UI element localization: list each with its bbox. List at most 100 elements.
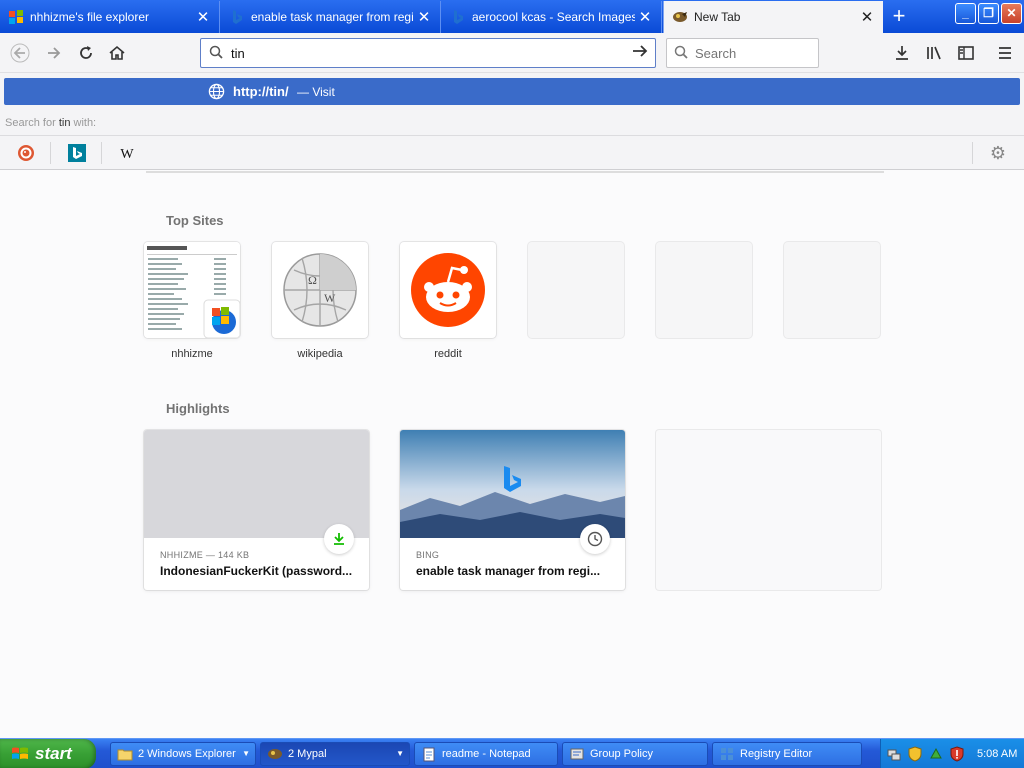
tab-task-manager[interactable]: enable task manager from registr ✕	[221, 1, 441, 33]
minimize-button[interactable]: _	[955, 3, 976, 24]
new-tab-page: Top Sites nhhizme Ω W wikipedia reddit H…	[0, 170, 1024, 738]
duckduckgo-engine-button[interactable]	[15, 142, 37, 164]
card-thumbnail	[400, 430, 625, 538]
bing-icon	[68, 144, 86, 162]
reload-icon	[80, 46, 92, 59]
taskbar-notepad[interactable]: readme - Notepad	[414, 742, 558, 766]
card-context: NHHIZME — 144 KB	[160, 550, 250, 560]
menu-button[interactable]	[991, 39, 1019, 67]
search-for-term: tin	[58, 117, 71, 129]
card-context: BING	[416, 550, 440, 560]
sidebar-icon	[958, 46, 974, 60]
task-label: Group Policy	[590, 748, 653, 760]
directory-listing-thumbnail	[144, 242, 240, 338]
duckduckgo-icon	[18, 145, 34, 161]
search-input[interactable]	[695, 45, 805, 61]
downloads-button[interactable]	[888, 39, 916, 67]
globe-icon	[208, 83, 225, 100]
search-for-prefix: Search for	[5, 117, 56, 129]
group-arrow-icon: ▼	[242, 749, 250, 758]
network-icon[interactable]	[886, 746, 902, 762]
card-title: IndonesianFuckerKit (password...	[160, 564, 353, 578]
search-settings-gear-icon[interactable]: ⚙	[988, 143, 1008, 163]
tab-new-tab[interactable]: New Tab ✕	[663, 1, 883, 33]
taskbar-group-policy[interactable]: Group Policy	[562, 742, 708, 766]
highlight-card-bing[interactable]: BING enable task manager from regi...	[400, 430, 625, 590]
forward-button[interactable]	[40, 39, 68, 67]
clock-badge	[580, 524, 610, 554]
security-shield-icon[interactable]	[907, 746, 923, 762]
top-site-empty-slot[interactable]	[784, 242, 880, 348]
wikipedia-engine-button[interactable]: W	[116, 142, 138, 164]
search-engine-bar: W ⚙	[0, 135, 1024, 170]
taskbar-windows-explorer[interactable]: 2 Windows Explorer ▼	[110, 742, 256, 766]
tab-file-explorer[interactable]: nhhizme's file explorer ✕	[0, 1, 220, 33]
taskbar-mypal[interactable]: 2 Mypal ▼	[260, 742, 410, 766]
back-button[interactable]	[6, 39, 34, 67]
download-badge	[324, 524, 354, 554]
url-bar[interactable]: tin	[200, 38, 656, 68]
mypal-icon	[268, 749, 282, 759]
close-tab-icon[interactable]: ✕	[193, 8, 213, 26]
top-site-nhhizme[interactable]: nhhizme	[144, 242, 240, 360]
reload-button[interactable]	[72, 39, 100, 67]
windows-taskbar: start 2 Windows Explorer ▼ 2 Mypal ▼ rea…	[0, 738, 1024, 768]
notepad-icon	[423, 747, 435, 762]
suggestion-action: — Visit	[297, 85, 335, 99]
top-site-thumbnail	[144, 242, 240, 338]
start-button[interactable]: start	[0, 739, 96, 768]
search-for-label: Search for tin with:	[5, 117, 96, 129]
mypal-icon	[673, 12, 687, 22]
alert-shield-icon[interactable]	[949, 746, 965, 762]
registry-editor-icon	[721, 748, 733, 760]
task-label: readme - Notepad	[442, 748, 531, 760]
top-site-label: wikipedia	[297, 348, 343, 360]
go-arrow-icon[interactable]	[625, 42, 655, 65]
task-label: 2 Mypal	[288, 748, 327, 760]
system-clock: 5:08 AM	[977, 748, 1018, 760]
home-icon	[109, 45, 125, 60]
home-button[interactable]	[103, 39, 131, 67]
highlight-card-download[interactable]: NHHIZME — 144 KB IndonesianFuckerKit (pa…	[144, 430, 369, 590]
close-tab-icon[interactable]: ✕	[857, 8, 877, 26]
suggestion-url: http://tin/	[233, 84, 289, 99]
close-window-button[interactable]: ✕	[1001, 3, 1022, 24]
bing-icon	[233, 10, 242, 24]
top-site-empty-slot[interactable]	[656, 242, 752, 348]
start-label: start	[35, 744, 72, 763]
new-tab-button[interactable]: +	[886, 4, 912, 30]
tab-title: enable task manager from registr	[251, 10, 414, 24]
restore-button[interactable]: ❐	[978, 3, 999, 24]
url-input[interactable]: tin	[231, 46, 625, 61]
top-site-reddit[interactable]: reddit	[400, 242, 496, 360]
group-policy-icon	[570, 748, 584, 760]
close-tab-icon[interactable]: ✕	[635, 8, 655, 26]
tab-title: aerocool kcas - Search Images	[472, 10, 635, 24]
top-sites-heading: Top Sites	[166, 213, 224, 228]
top-site-thumbnail: Ω W	[272, 242, 368, 338]
reddit-logo-icon	[411, 253, 485, 327]
folder-icon	[117, 749, 133, 761]
bing-icon	[454, 10, 463, 24]
suggestion-visit-row[interactable]: http://tin/ — Visit	[4, 78, 1020, 105]
card-title: enable task manager from regi...	[416, 564, 601, 578]
search-divider	[146, 170, 884, 173]
forward-arrow-icon	[48, 47, 61, 59]
tab-search-images[interactable]: aerocool kcas - Search Images ✕	[442, 1, 662, 33]
highlights-heading: Highlights	[166, 401, 230, 416]
sidebar-button[interactable]	[952, 39, 980, 67]
group-arrow-icon: ▼	[396, 749, 404, 758]
taskbar-registry-editor[interactable]: Registry Editor	[712, 742, 862, 766]
safely-remove-icon[interactable]	[928, 746, 944, 762]
top-site-wikipedia[interactable]: Ω W wikipedia	[272, 242, 368, 360]
search-bar[interactable]	[666, 38, 819, 68]
windows-logo-icon	[9, 10, 23, 24]
svg-text:W: W	[120, 147, 134, 162]
wikipedia-icon: W	[120, 147, 134, 162]
tab-title: nhhizme's file explorer	[30, 10, 150, 24]
close-tab-icon[interactable]: ✕	[414, 8, 434, 26]
bing-engine-button[interactable]	[66, 142, 88, 164]
library-button[interactable]	[920, 39, 948, 67]
top-site-empty-slot[interactable]	[528, 242, 624, 348]
back-arrow-icon	[10, 43, 30, 63]
